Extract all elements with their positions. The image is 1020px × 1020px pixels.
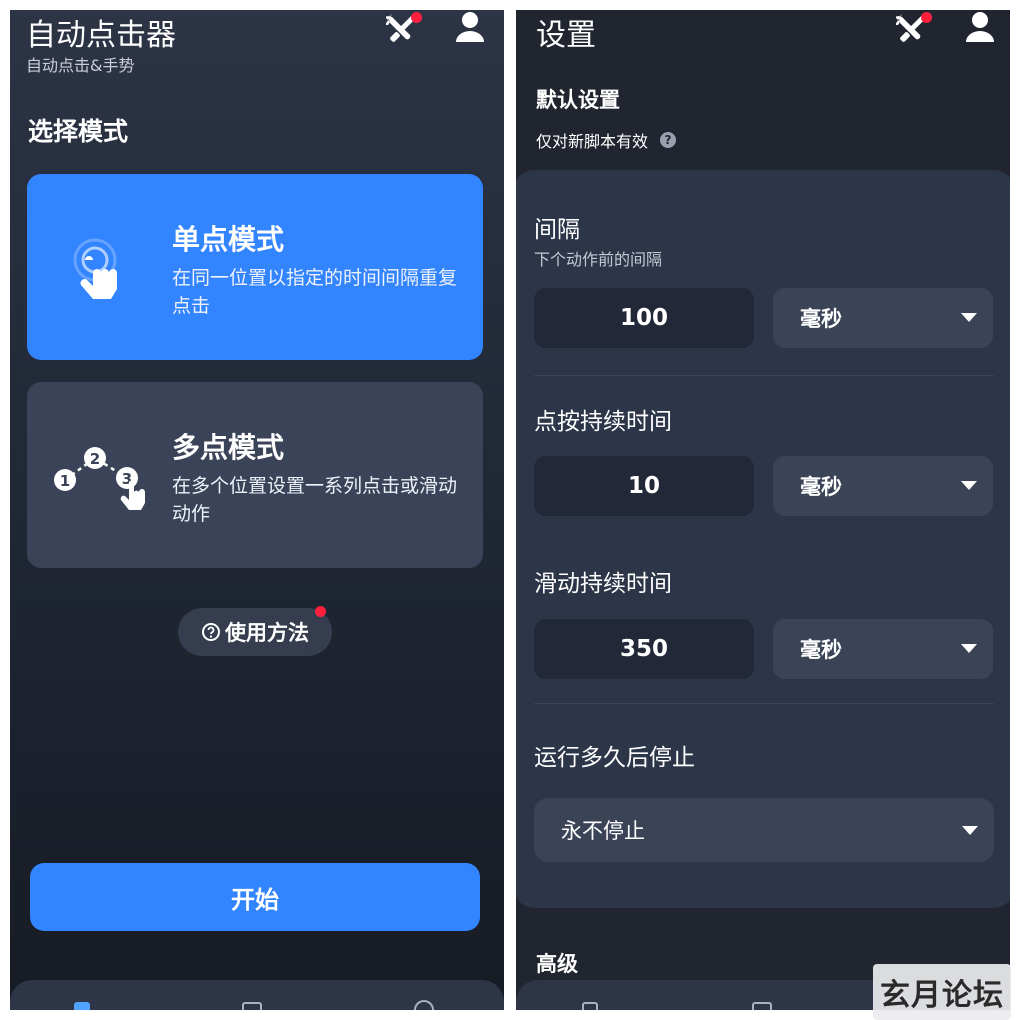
nav-scripts-icon[interactable] <box>242 1002 262 1010</box>
swipe-duration-label: 滑动持续时间 <box>534 571 672 597</box>
notification-dot <box>315 606 326 617</box>
bottom-navigation <box>10 980 504 1010</box>
divider <box>534 703 994 704</box>
multi-mode-description: 在多个位置设置一系列点击或滑动动作 <box>172 475 458 525</box>
dropdown-arrow-icon <box>961 644 977 653</box>
mode-select-screen: 自动点击器 自动点击&手势 选择模式 单点模式 在同一位置以指定的时间间隔重复点… <box>10 10 504 1010</box>
account-button[interactable] <box>964 10 1004 50</box>
dropdown-arrow-icon <box>961 481 977 490</box>
default-settings-hint-row: 仅对新脚本有效 ? <box>536 128 677 152</box>
how-to-use-label: 使用方法 <box>225 621 309 645</box>
section-title: 选择模式 <box>28 117 129 146</box>
settings-screen: 设置 默认设置 仅对新脚本有效 ? 间隔 下个动作前的间隔 100 毫秒 点按持… <box>516 10 1010 1010</box>
app-title: 自动点击器 <box>26 18 176 53</box>
app-subtitle: 自动点击&手势 <box>26 56 135 75</box>
dropdown-arrow-icon <box>961 313 977 322</box>
person-icon <box>966 12 994 42</box>
stop-after-label: 运行多久后停止 <box>534 745 695 771</box>
interval-input[interactable]: 100 <box>534 288 754 348</box>
page-title: 设置 <box>536 18 596 53</box>
multi-point-icon: 1 2 3 <box>54 447 145 510</box>
advanced-title: 高级 <box>536 952 578 976</box>
single-point-mode-card[interactable]: 单点模式 在同一位置以指定的时间间隔重复点击 <box>27 174 483 360</box>
tap-duration-label: 点按持续时间 <box>534 409 672 435</box>
nav-home-icon[interactable] <box>582 1002 598 1010</box>
help-circle-icon <box>202 623 220 641</box>
swipe-duration-unit-select[interactable]: 毫秒 <box>773 619 993 679</box>
tap-duration-unit-value: 毫秒 <box>800 475 842 499</box>
person-icon <box>456 12 484 42</box>
tools-button[interactable] <box>385 10 426 50</box>
stop-after-select[interactable]: 永不停止 <box>534 798 994 862</box>
default-settings-card: 间隔 下个动作前的间隔 100 毫秒 点按持续时间 10 毫秒 滑动持续时间 3… <box>516 170 1010 908</box>
interval-unit-value: 毫秒 <box>800 307 842 331</box>
multi-mode-title: 多点模式 <box>172 431 285 464</box>
tap-hand-icon <box>73 238 117 299</box>
how-to-use-button[interactable]: 使用方法 <box>178 606 332 656</box>
default-settings-title: 默认设置 <box>536 88 620 112</box>
swipe-duration-unit-value: 毫秒 <box>800 638 842 662</box>
stop-after-value: 永不停止 <box>561 819 645 843</box>
start-button[interactable]: 开始 <box>30 863 480 931</box>
swipe-duration-input[interactable]: 350 <box>534 619 754 679</box>
single-mode-description: 在同一位置以指定的时间间隔重复点击 <box>172 267 458 317</box>
nav-home-icon[interactable] <box>74 1002 90 1010</box>
tap-duration-unit-select[interactable]: 毫秒 <box>773 456 993 516</box>
default-settings-hint: 仅对新脚本有效 <box>536 132 649 151</box>
multi-point-mode-card[interactable]: 1 2 3 多点模式 在多个位置设置一系列点击或滑动动作 <box>27 382 483 568</box>
notification-dot <box>921 12 932 23</box>
step-2-label: 2 <box>90 450 100 468</box>
notification-dot <box>411 12 422 23</box>
nav-scripts-icon[interactable] <box>752 1002 772 1010</box>
interval-unit-select[interactable]: 毫秒 <box>773 288 993 348</box>
help-icon[interactable]: ? <box>660 132 677 148</box>
single-mode-title: 单点模式 <box>172 223 285 256</box>
forum-watermark: 玄月论坛 <box>873 964 1011 1020</box>
divider <box>534 375 994 376</box>
nav-settings-icon[interactable] <box>414 1000 434 1010</box>
tap-duration-input[interactable]: 10 <box>534 456 754 516</box>
interval-hint: 下个动作前的间隔 <box>534 250 663 269</box>
dropdown-arrow-icon <box>962 826 978 835</box>
tools-button[interactable] <box>895 10 936 50</box>
step-1-label: 1 <box>60 472 70 490</box>
account-button[interactable] <box>454 10 494 50</box>
interval-label: 间隔 <box>534 217 580 243</box>
